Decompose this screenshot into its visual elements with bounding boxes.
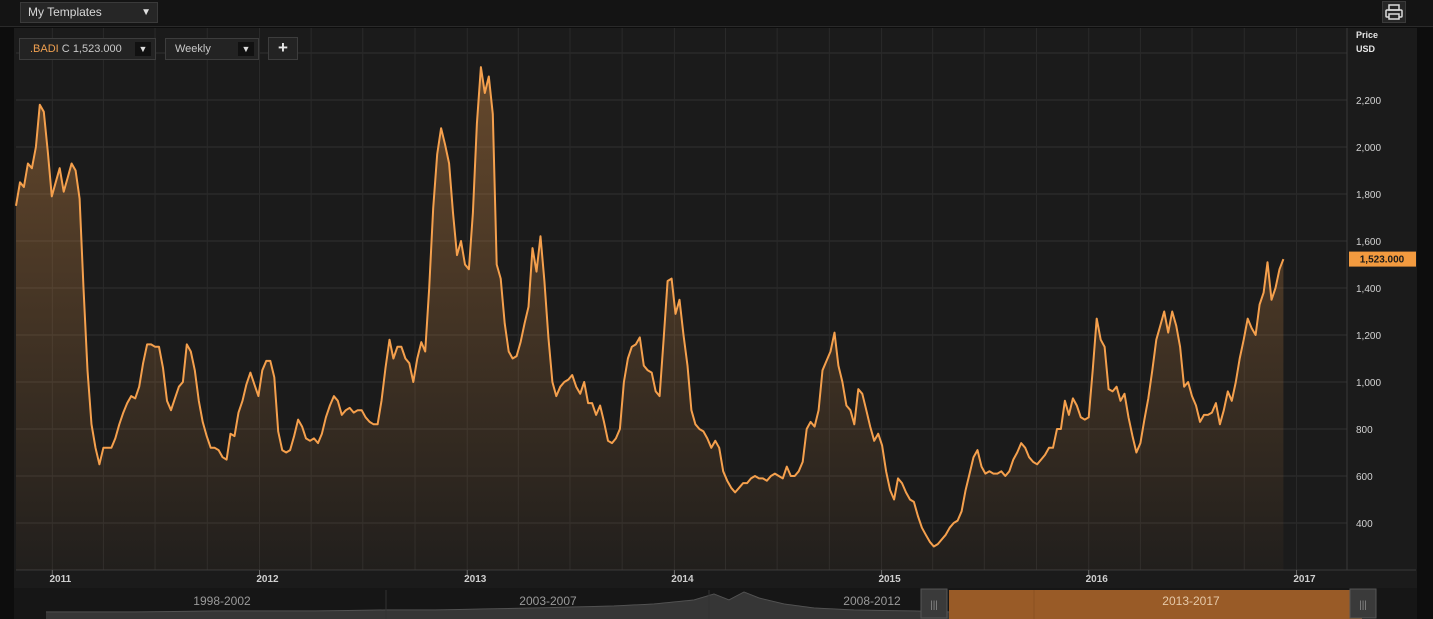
- navigator-canvas: 1998-2002 2003-2007 2008-2012 2013-2017 …: [46, 588, 1377, 619]
- close-value: 1,523.000: [72, 43, 122, 55]
- instrument-symbol: .BADI: [30, 43, 59, 55]
- y-tick-label: 800: [1356, 425, 1373, 436]
- x-tick-label: 2017: [1293, 574, 1316, 585]
- interval-label: Weekly: [175, 43, 211, 55]
- last-value-label: 1,523.000: [1360, 255, 1405, 266]
- navigator-range-label-selected[interactable]: 2013-2017: [1162, 594, 1220, 608]
- interval-selector[interactable]: Weekly ▼: [165, 38, 259, 60]
- instrument-dropdown-arrow-icon[interactable]: ▼: [135, 42, 151, 56]
- navigator-selected-window[interactable]: [949, 590, 1362, 619]
- navigator-range-label[interactable]: 2003-2007: [519, 594, 577, 608]
- instrument-selector[interactable]: .BADI C 1,523.000 ▼: [19, 38, 156, 60]
- y-tick-label: 1,200: [1356, 331, 1381, 342]
- y-tick-label: 1,400: [1356, 284, 1381, 295]
- y-tick-label: 2,200: [1356, 96, 1381, 107]
- y-tick-label: 1,000: [1356, 378, 1381, 389]
- navigator-range-label[interactable]: 1998-2002: [193, 594, 251, 608]
- range-navigator[interactable]: 1998-2002 2003-2007 2008-2012 2013-2017 …: [14, 588, 1417, 619]
- add-series-button[interactable]: +: [268, 37, 298, 60]
- interval-dropdown-arrow-icon[interactable]: ▼: [238, 42, 254, 56]
- x-tick-label: 2016: [1086, 574, 1109, 585]
- last-value-badge: 1,523.000: [1349, 251, 1416, 267]
- svg-text:|||: |||: [1359, 600, 1367, 611]
- svg-text:|||: |||: [930, 600, 938, 611]
- x-axis: 2011 2012 2013 2014 2015 2016 2017: [49, 570, 1316, 585]
- close-prefix: C: [61, 43, 70, 55]
- y-tick-label: 1,600: [1356, 237, 1381, 248]
- navigator-left-handle[interactable]: |||: [920, 588, 948, 619]
- x-tick-label: 2013: [464, 574, 487, 585]
- series-area: [16, 67, 1284, 570]
- x-tick-label: 2014: [671, 574, 694, 585]
- x-tick-label: 2015: [878, 574, 901, 585]
- x-tick-label: 2012: [256, 574, 279, 585]
- axis-header-price: Price: [1356, 30, 1378, 40]
- y-tick-label: 2,000: [1356, 143, 1381, 154]
- y-tick-label: 1,800: [1356, 190, 1381, 201]
- y-tick-label: 600: [1356, 472, 1373, 483]
- navigator-range-label[interactable]: 2008-2012: [843, 594, 901, 608]
- navigator-overview-area: [46, 592, 949, 619]
- y-axis: 400 600 800 1,000 1,200 1,400 1,600 1,800 2,000 2…: [1356, 96, 1381, 530]
- axis-header-currency: USD: [1356, 44, 1376, 54]
- x-tick-label: 2011: [49, 574, 71, 585]
- y-tick-label: 400: [1356, 519, 1373, 530]
- price-chart[interactable]: 400 600 800 1,000 1,200 1,400 1,600 1,800 2,000 2…: [0, 0, 1433, 588]
- navigator-right-handle[interactable]: |||: [1349, 588, 1377, 619]
